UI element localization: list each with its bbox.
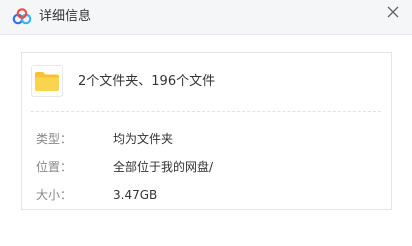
location-label: 位置： <box>36 160 73 174</box>
size-value: 3.47GB <box>113 188 158 202</box>
details-panel: 2个文件夹、196个文件 类型： 均为文件夹 位置： 全部位于我的网盘/ 大小：… <box>21 52 392 210</box>
size-label: 大小： <box>36 188 73 202</box>
selection-summary: 2个文件夹、196个文件 <box>78 74 216 89</box>
divider <box>31 111 381 112</box>
details-dialog: 详细信息 2个文件夹、196个文件 类型： 均为文件夹 位置： 全部位于我的网盘… <box>0 0 412 246</box>
window-title: 详细信息 <box>39 9 92 24</box>
cloud-logo-icon <box>12 8 32 25</box>
location-value: 全部位于我的网盘/ <box>113 160 214 174</box>
type-value: 均为文件夹 <box>113 132 174 146</box>
type-label: 类型： <box>36 132 73 146</box>
folder-icon <box>31 65 63 97</box>
title-bar: 详细信息 <box>0 0 412 35</box>
close-icon[interactable] <box>384 3 402 21</box>
